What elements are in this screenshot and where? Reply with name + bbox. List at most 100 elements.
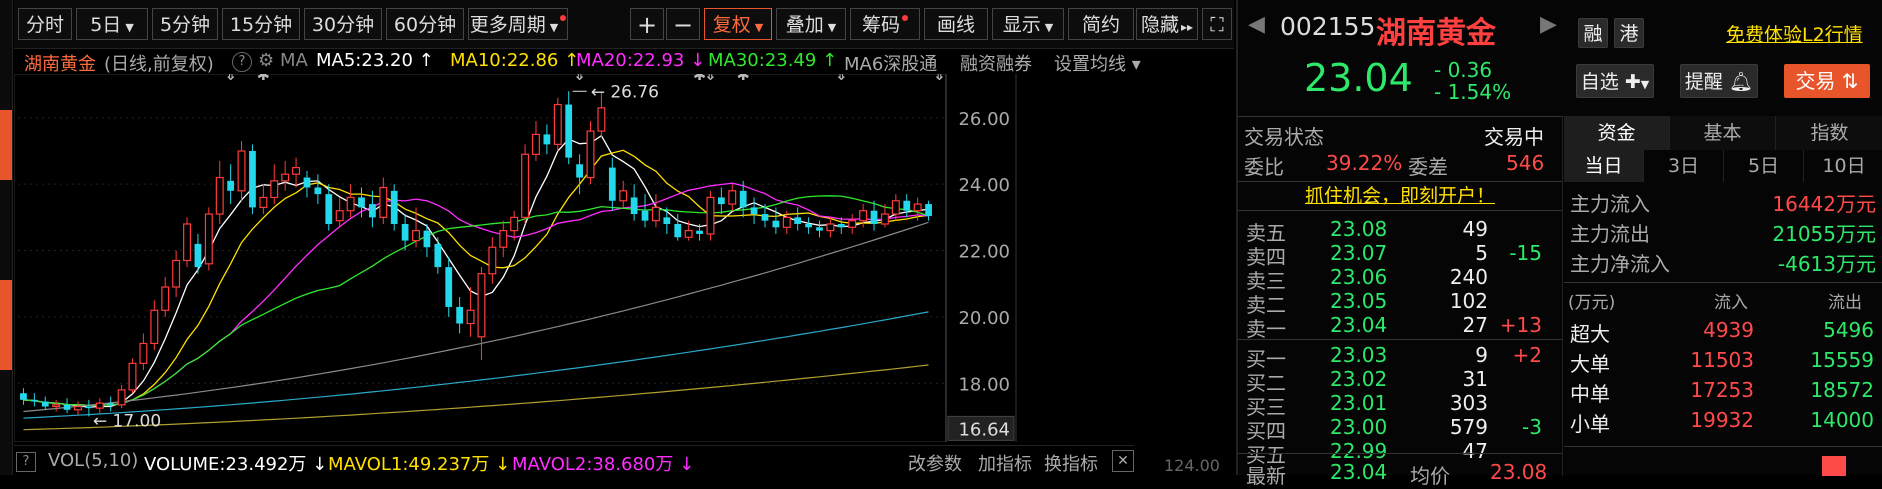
candle-body [227,180,235,191]
candle-body [150,309,159,345]
candle-body [466,309,475,325]
reminder-label: 提醒 [1684,71,1723,93]
candle-body [41,401,49,407]
y-tick-label: 18.00 [958,374,1010,395]
candle-body [204,213,213,265]
period-tab-15min[interactable]: 15分钟 [222,8,300,40]
candle-body [891,200,900,215]
caret-down-icon: ▼ [1044,21,1054,34]
ma5-value: MA5:23.20 ↑ [316,50,434,71]
draw-line-button[interactable]: 画线 [924,8,988,40]
sell-level-row[interactable]: 卖三 23.06 240 [1238,265,1568,293]
period-label: 5日 [90,14,122,36]
current-price-label: 16.64 [958,419,1010,440]
period-tab-30min[interactable]: 30分钟 [304,8,382,40]
trade-status-label: 交易状态 [1244,125,1324,149]
fund-flow-column: 资金 基本 指数 当日 3日 5日 10日 主力流入 16442万元 主力流出 21… [1564,116,1882,476]
orderbook-divider [1238,339,1562,340]
candle-body [128,362,137,391]
margin-badge[interactable]: 融 [1578,18,1608,48]
fund-bar-divider [1564,446,1882,447]
candle-body [576,164,583,178]
event-marker-icon: ⇕ [835,74,848,84]
candle-body [390,190,398,224]
plus-icon: ✚ [1624,71,1641,93]
candle-body [423,230,431,248]
notification-dot-icon [902,15,908,21]
candle-body [750,207,758,215]
switch-indicator-link[interactable]: 换指标 [1044,450,1098,476]
hk-badge[interactable]: 港 [1614,18,1644,48]
tab-fund[interactable]: 资金 [1564,116,1670,150]
candle-body [674,223,682,238]
main-inflow-row: 主力流入 16442万元 [1570,192,1876,216]
tab-period-today[interactable]: 当日 [1564,150,1644,182]
candle-body [706,196,715,235]
kline-chart[interactable]: 26.00 24.00 22.00 20.00 18.00 16.64 ← 26.76 ← 1… [14,74,1234,442]
candle-body [358,197,365,208]
candle-body [139,342,148,364]
open-account-promo-link[interactable]: 抓住机会，即刻开户！ [1238,181,1562,211]
close-icon[interactable]: ✕ [1112,450,1134,472]
period-tab-5day[interactable]: 5日 ▼ [76,8,148,40]
period-tab-5min[interactable]: 5分钟 [152,8,218,40]
overlay-button[interactable]: 叠加 ▼ [776,8,846,40]
candle-body [870,210,878,224]
sell-level-row[interactable]: 卖五 23.08 49 [1238,217,1568,245]
ma-settings-link[interactable]: 设置均线 ▾ [1054,50,1141,76]
sell-level-row[interactable]: 卖四 23.07 5 -15 [1238,241,1568,269]
help-icon[interactable]: ? [232,52,252,72]
fuquan-button[interactable]: 复权 ▼ [704,8,772,40]
sell-level-row[interactable]: 卖二 23.05 102 [1238,289,1568,317]
candle-body [684,230,693,238]
l2-trial-link[interactable]: 免费体验L2行情 [1726,20,1863,47]
zoom-in-button[interactable]: + [630,8,664,40]
tab-basic[interactable]: 基本 [1670,116,1776,150]
period-tab-more[interactable]: 更多周期 ▼ [468,8,568,40]
period-label: 分时 [25,14,64,36]
period-tab-60min[interactable]: 60分钟 [386,8,464,40]
trade-button[interactable]: 交易 ⇅ [1784,64,1870,98]
hide-button[interactable]: 隐藏 ▸▸ [1136,8,1198,40]
candle-body [369,204,376,218]
buy-level-row[interactable]: 买一 23.03 9 +2 [1238,343,1568,371]
candle-body [651,206,660,222]
vol-axis-label: 124.00 [1164,456,1220,475]
weicha-value: 546 [1506,151,1545,175]
gear-icon[interactable]: ⚙ [258,50,274,71]
fund-table-row: 大单 11503 15559 [1570,348,1874,376]
buy-level-row[interactable]: 买四 23.00 579 -3 [1238,415,1568,443]
event-marker-icon: ⇕ [704,74,717,84]
tab-index[interactable]: 指数 [1776,116,1882,150]
watchlist-button[interactable]: 自选 ✚▼ [1576,64,1654,98]
collapse-icon: ▸▸ [1180,20,1194,34]
period-label: 15分钟 [229,14,293,36]
zoom-out-button[interactable]: − [666,8,700,40]
swap-arrows-icon: ⇅ [1841,69,1859,93]
ma-info-bar: 湖南黄金 (日线,前复权) ? ⚙ MA MA5:23.20 ↑ MA10:22… [14,48,1141,76]
simple-button[interactable]: 简约 [1068,8,1134,40]
buy-level-row[interactable]: 买三 23.01 303 [1238,391,1568,419]
reminder-button[interactable]: 提醒 🔔︎ [1680,64,1758,98]
candle-body [259,196,268,209]
caret-down-icon: ▼ [827,21,837,34]
tab-period-10d[interactable]: 10日 [1804,150,1882,182]
ma6-shenguotong-link[interactable]: MA6深股通 [844,50,937,76]
fullscreen-button[interactable]: ⛶ [1202,8,1232,40]
zoom-in-icon: + [636,11,658,39]
display-button[interactable]: 显示 ▼ [992,8,1064,40]
candle-body [183,223,192,262]
add-indicator-link[interactable]: 加指标 [978,450,1032,476]
ma20-value: MA20:22.93 ↓ [576,50,706,71]
vol-help-icon[interactable]: ? [16,452,36,472]
period-tab-intraday[interactable]: 分时 [18,8,72,40]
next-stock-arrow[interactable]: ▶ [1540,12,1557,37]
prev-stock-arrow[interactable]: ◀ [1248,12,1265,37]
margin-trading-link[interactable]: 融资融券 [960,50,1032,76]
chips-button[interactable]: 筹码 [850,8,920,40]
edit-params-link[interactable]: 改参数 [908,450,962,476]
tab-period-3d[interactable]: 3日 [1644,150,1724,182]
buy-level-row[interactable]: 买二 23.02 31 [1238,367,1568,395]
sell-level-row[interactable]: 卖一 23.04 27 +13 [1238,313,1568,341]
tab-period-5d[interactable]: 5日 [1724,150,1804,182]
